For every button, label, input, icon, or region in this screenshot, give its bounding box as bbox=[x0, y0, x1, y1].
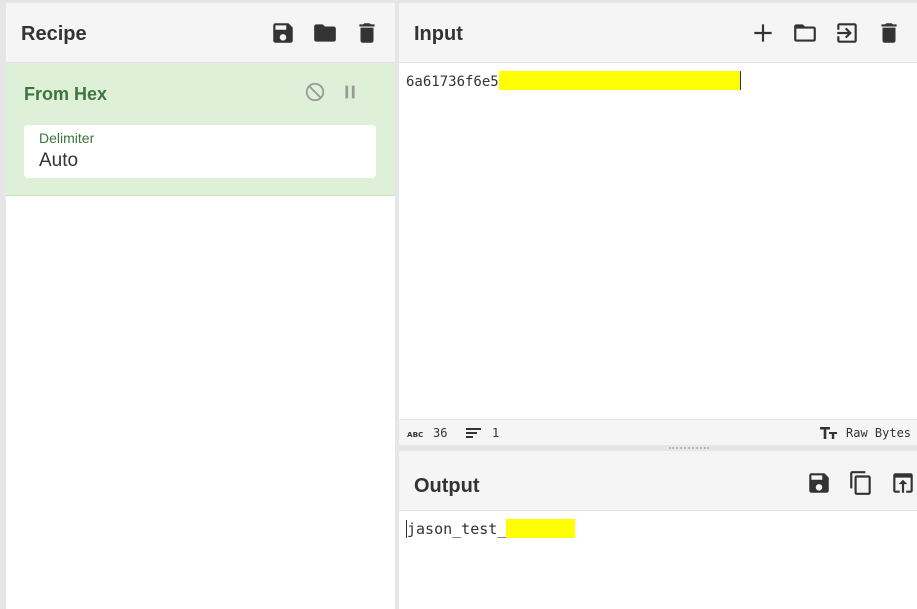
recipe-toolbar bbox=[269, 19, 395, 47]
pause-icon[interactable] bbox=[338, 80, 362, 104]
io-panel: Input 6a61736f6e5 ABC 36 1 Raw Bytes Out… bbox=[399, 3, 917, 609]
char-count-value: 36 bbox=[433, 426, 448, 440]
line-count-value: 1 bbox=[492, 426, 500, 440]
output-textarea[interactable]: jason_test_ bbox=[399, 511, 917, 609]
plus-icon[interactable] bbox=[749, 19, 777, 47]
input-title: Input bbox=[414, 23, 463, 45]
save-icon[interactable] bbox=[269, 19, 297, 47]
delimiter-value[interactable]: Auto bbox=[39, 150, 78, 172]
input-value: 6a61736f6e5 bbox=[406, 74, 499, 90]
encoding-label: Raw Bytes bbox=[846, 426, 912, 440]
output-text[interactable]: jason_test_ bbox=[406, 519, 576, 538]
trash-icon[interactable] bbox=[875, 19, 903, 47]
folder-icon[interactable] bbox=[791, 19, 819, 47]
delimiter-label: Delimiter bbox=[39, 130, 95, 146]
redaction-highlight bbox=[498, 71, 740, 90]
operation-title: From Hex bbox=[24, 84, 108, 104]
output-toolbar bbox=[805, 469, 917, 497]
redaction-highlight bbox=[506, 519, 576, 538]
save-icon[interactable] bbox=[805, 469, 833, 497]
input-text[interactable]: 6a61736f6e5 bbox=[406, 71, 741, 90]
input-status-bar: ABC 36 1 Raw Bytes bbox=[399, 419, 917, 445]
encoding-selector[interactable]: Raw Bytes bbox=[820, 426, 911, 440]
trash-icon[interactable] bbox=[353, 19, 381, 47]
operation-from-hex[interactable]: From Hex Delimiter Auto bbox=[6, 63, 395, 196]
recipe-title: Recipe bbox=[21, 23, 87, 45]
input-toolbar bbox=[749, 19, 917, 47]
svg-text:ABC: ABC bbox=[407, 430, 423, 439]
delimiter-field[interactable]: Delimiter Auto bbox=[24, 125, 376, 178]
char-count: ABC 36 bbox=[407, 426, 447, 440]
lines-icon bbox=[466, 428, 481, 438]
copy-icon[interactable] bbox=[847, 469, 875, 497]
recipe-panel: Recipe From Hex Delimiter Auto bbox=[6, 3, 395, 609]
input-header: Input bbox=[399, 3, 917, 63]
resize-grip bbox=[669, 447, 709, 449]
disable-icon[interactable] bbox=[303, 80, 327, 104]
recipe-header: Recipe bbox=[6, 3, 395, 63]
input-textarea[interactable]: 6a61736f6e5 bbox=[399, 63, 917, 419]
import-icon[interactable] bbox=[833, 19, 861, 47]
line-count: 1 bbox=[466, 426, 499, 440]
output-value: jason_test_ bbox=[407, 520, 507, 538]
folder-icon[interactable] bbox=[311, 19, 339, 47]
abc-icon: ABC bbox=[407, 430, 423, 439]
output-header: Output bbox=[399, 451, 917, 511]
operation-controls bbox=[303, 80, 373, 104]
text-size-icon bbox=[820, 427, 837, 439]
open-in-input-icon[interactable] bbox=[889, 469, 917, 497]
output-title: Output bbox=[414, 475, 480, 497]
text-caret bbox=[739, 71, 741, 90]
